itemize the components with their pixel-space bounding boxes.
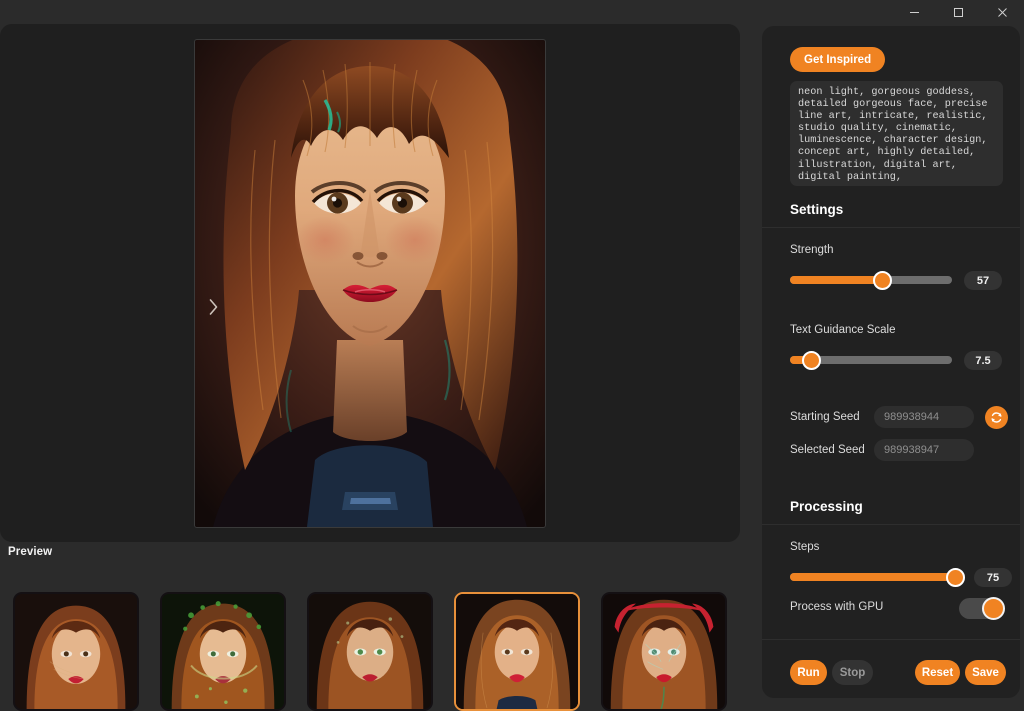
strength-label: Strength bbox=[790, 244, 833, 256]
get-inspired-button[interactable]: Get Inspired bbox=[790, 47, 885, 72]
thumbnail-image-2 bbox=[162, 594, 284, 709]
run-button[interactable]: Run bbox=[790, 660, 827, 685]
canvas-panel bbox=[0, 24, 740, 542]
processing-section-title: Processing bbox=[790, 499, 863, 514]
refresh-seed-button[interactable] bbox=[985, 406, 1008, 429]
thumbnail-image-3 bbox=[309, 594, 431, 709]
maximize-button[interactable] bbox=[936, 0, 980, 24]
actions-divider bbox=[762, 639, 1020, 640]
thumbnail-image-4 bbox=[456, 594, 578, 709]
maximize-icon bbox=[953, 7, 964, 18]
text-guidance-slider-thumb[interactable] bbox=[802, 351, 821, 370]
thumbnail-item[interactable] bbox=[13, 592, 139, 711]
stop-button[interactable]: Stop bbox=[832, 660, 873, 685]
process-with-gpu-label: Process with GPU bbox=[790, 601, 883, 613]
steps-slider-thumb[interactable] bbox=[946, 568, 965, 587]
save-button[interactable]: Save bbox=[965, 660, 1006, 685]
reset-button[interactable]: Reset bbox=[915, 660, 960, 685]
refresh-icon bbox=[990, 411, 1003, 424]
strength-value: 57 bbox=[964, 271, 1002, 290]
thumbnail-image-5 bbox=[603, 594, 725, 709]
steps-value: 75 bbox=[974, 568, 1012, 587]
chevron-right-icon bbox=[209, 299, 218, 315]
minimize-icon bbox=[909, 7, 920, 18]
workspace-area: Preview bbox=[0, 24, 748, 711]
minimize-button[interactable] bbox=[892, 0, 936, 24]
settings-divider bbox=[762, 227, 1020, 228]
strength-slider-thumb[interactable] bbox=[873, 271, 892, 290]
processing-divider bbox=[762, 524, 1020, 525]
starting-seed-label: Starting Seed bbox=[790, 411, 860, 423]
close-icon bbox=[997, 7, 1008, 18]
text-guidance-scale-label: Text Guidance Scale bbox=[790, 324, 895, 336]
thumbnail-item[interactable] bbox=[160, 592, 286, 711]
portrait-illustration bbox=[195, 40, 545, 527]
main-generated-image[interactable] bbox=[195, 40, 545, 527]
thumbnail-list bbox=[13, 592, 727, 711]
preview-label: Preview bbox=[8, 546, 52, 558]
steps-slider-fill bbox=[790, 573, 955, 581]
preview-strip bbox=[0, 564, 740, 711]
thumbnail-item[interactable] bbox=[307, 592, 433, 711]
thumbnail-item-selected[interactable] bbox=[454, 592, 580, 711]
text-guidance-slider-track[interactable] bbox=[790, 356, 952, 364]
settings-section-title: Settings bbox=[790, 202, 843, 217]
next-image-button[interactable] bbox=[205, 296, 221, 318]
starting-seed-input[interactable] bbox=[874, 406, 974, 428]
text-guidance-scale-value: 7.5 bbox=[964, 351, 1002, 370]
steps-label: Steps bbox=[790, 541, 819, 553]
strength-slider-fill bbox=[790, 276, 882, 284]
steps-slider-track[interactable] bbox=[790, 573, 962, 581]
application-window: Preview bbox=[0, 0, 1024, 711]
prompt-textarea[interactable]: neon light, gorgeous goddess, detailed g… bbox=[790, 81, 1003, 186]
process-with-gpu-toggle[interactable] bbox=[959, 598, 1003, 619]
title-bar bbox=[0, 0, 1024, 24]
toggle-knob bbox=[982, 597, 1005, 620]
close-button[interactable] bbox=[980, 0, 1024, 24]
thumbnail-image-1 bbox=[15, 594, 137, 709]
selected-seed-input[interactable] bbox=[874, 439, 974, 461]
thumbnail-item[interactable] bbox=[601, 592, 727, 711]
strength-slider-track[interactable] bbox=[790, 276, 952, 284]
selected-seed-label: Selected Seed bbox=[790, 444, 865, 456]
